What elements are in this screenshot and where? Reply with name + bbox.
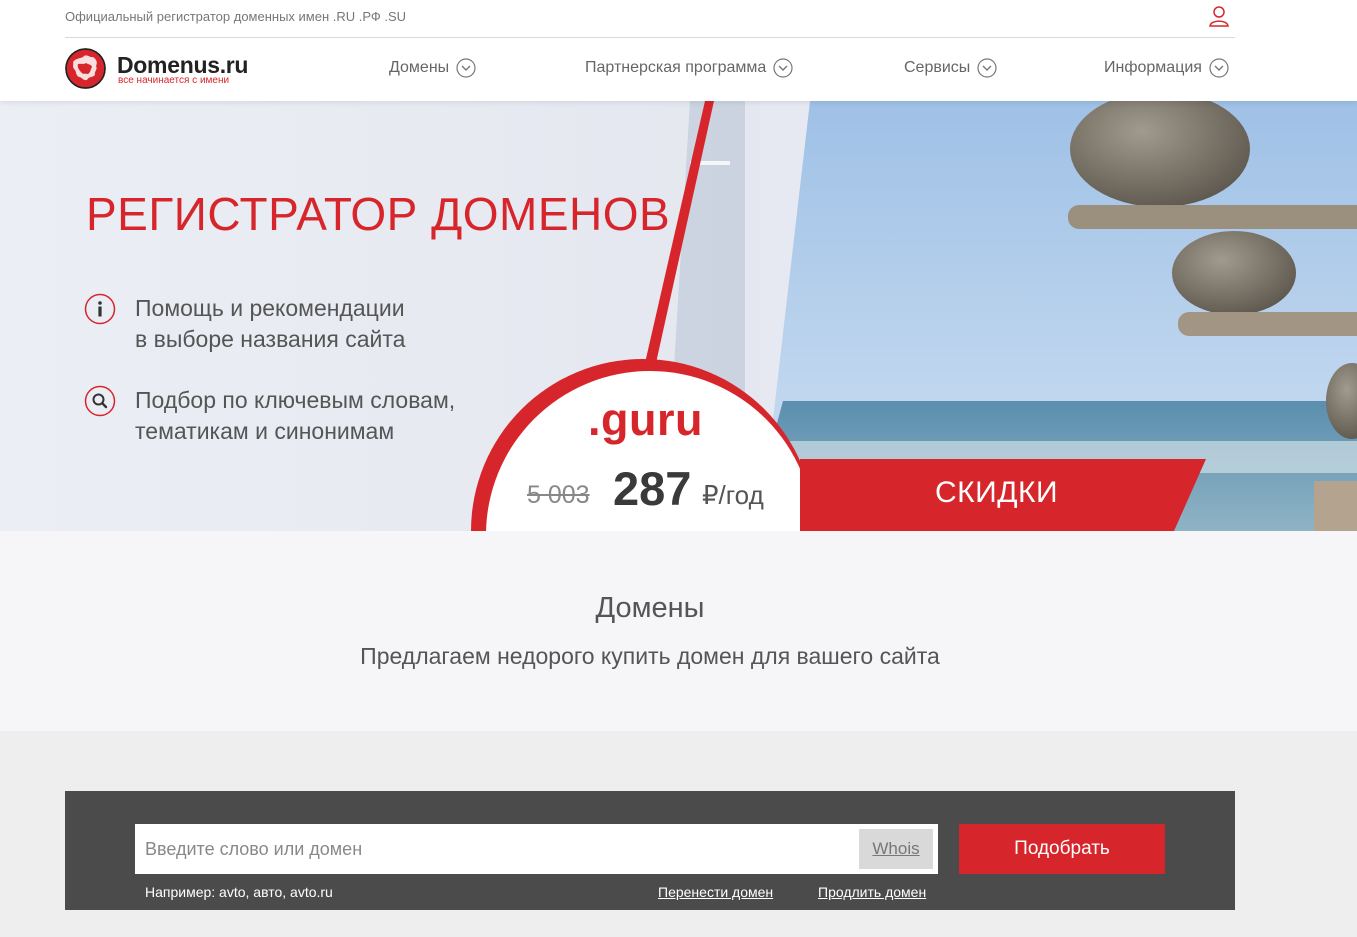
feature-keyword-line1: Подбор по ключевым словам, [135, 387, 456, 413]
header-divider [65, 37, 1235, 38]
logo-globe-icon [65, 48, 106, 89]
hero-title: РЕГИСТРАТОР ДОМЕНОВ [86, 188, 671, 240]
search-submit-button[interactable]: Подобрать [959, 824, 1165, 874]
domain-search-panel: Whois Подобрать Например: avto, авто, av… [65, 791, 1235, 910]
nav-information[interactable]: Информация [1104, 58, 1229, 78]
nav-domains[interactable]: Домены [389, 58, 476, 78]
promo-price-unit: ₽/год [702, 480, 764, 511]
chevron-down-icon [456, 58, 476, 78]
nav-partner-program-label: Партнерская программа [585, 59, 767, 76]
whois-button[interactable]: Whois [859, 829, 933, 869]
site-header: Официальный регистратор доменных имен .R… [0, 0, 1357, 101]
nav-partner-program[interactable]: Партнерская программа [585, 58, 793, 78]
domain-search-input[interactable] [135, 824, 938, 874]
promo-period: /год [718, 480, 764, 510]
search-icon [84, 385, 116, 417]
domains-subtitle: Предлагаем недорого купить домен для ваш… [360, 643, 940, 669]
header-tagline: Официальный регистратор доменных имен .R… [65, 9, 407, 24]
feature-help-line1: Помощь и рекомендации [135, 295, 405, 321]
promo-old-price: 5 003 [527, 481, 590, 509]
promo-zone: .guru [588, 394, 703, 445]
sale-button-label: СКИДКИ [935, 476, 1059, 509]
feature-keyword-line2: тематикам и синонимам [135, 418, 395, 444]
hero-banner: РЕГИСТРАТОР ДОМЕНОВ Помощь и рекомендаци… [0, 101, 1357, 531]
feature-keyword-search: Подбор по ключевым словам, тематикам и с… [84, 385, 455, 447]
user-icon[interactable] [1207, 4, 1231, 28]
promo-currency: ₽ [702, 480, 719, 510]
chevron-down-icon [1209, 58, 1229, 78]
nav-domains-label: Домены [389, 59, 450, 76]
domains-title: Домены [595, 592, 705, 624]
feature-help: Помощь и рекомендации в выборе названия … [84, 293, 405, 355]
search-example-text: Например: avto, авто, avto.ru [145, 884, 333, 900]
renew-domain-link[interactable]: Продлить домен [818, 884, 926, 900]
feature-help-line2: в выборе названия сайта [135, 326, 406, 352]
info-icon [84, 293, 116, 325]
chevron-down-icon [977, 58, 997, 78]
promo-new-price: 287 [613, 462, 692, 515]
domains-section: Домены Предлагаем недорого купить домен … [0, 531, 1357, 731]
site-logo[interactable]: Domenus.ru все начинается с имени [65, 48, 285, 92]
chevron-down-icon [773, 58, 793, 78]
nav-services-label: Сервисы [904, 59, 971, 76]
logo-slogan: все начинается с имени [118, 75, 230, 86]
transfer-domain-link[interactable]: Перенести домен [658, 884, 773, 900]
nav-services[interactable]: Сервисы [904, 58, 997, 78]
nav-information-label: Информация [1104, 59, 1202, 76]
